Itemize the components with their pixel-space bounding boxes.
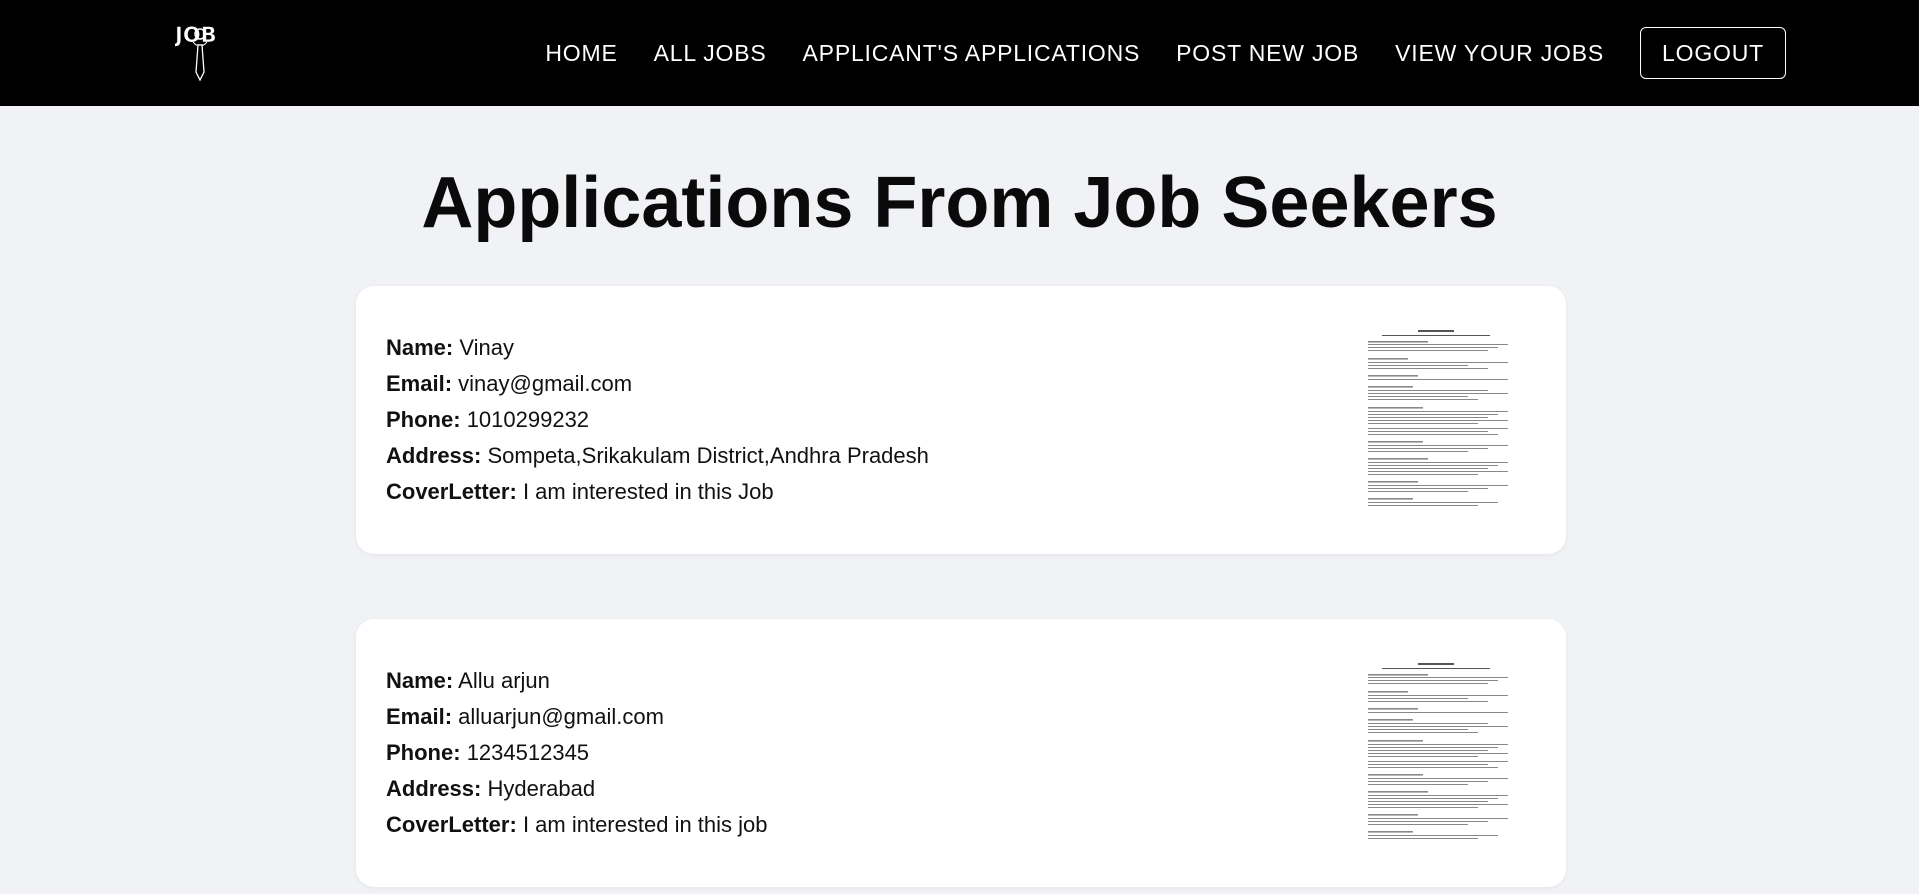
navbar: JOB HOME ALL JOBS APPLICANT'S APPLICATIO… [0,0,1919,106]
email-label: Email: [386,704,453,729]
applicant-address: Address: Hyderabad [386,771,768,807]
phone-value: 1010299232 [466,407,590,432]
applicant-address: Address: Sompeta,Srikakulam District,And… [386,438,929,474]
cover-letter-value: I am interested in this Job [522,479,774,504]
cover-letter-label: CoverLetter: [386,812,517,837]
logout-button[interactable]: LOGOUT [1640,27,1786,79]
phone-label: Phone: [386,740,461,765]
applicant-details: Name: Allu arjun Email: alluarjun@gmail.… [386,663,768,843]
job-logo-icon[interactable]: JOB [173,18,227,84]
address-value: Sompeta,Srikakulam District,Andhra Prade… [487,443,929,468]
page-title: Applications From Job Seekers [421,163,1498,243]
name-value: Vinay [459,335,515,360]
nav-link-home[interactable]: HOME [545,40,617,67]
applicant-phone: Phone: 1010299232 [386,402,929,438]
resume-thumbnail-icon[interactable] [1338,320,1534,518]
applicant-name: Name: Allu arjun [386,663,768,699]
nav-menu: HOME ALL JOBS APPLICANT'S APPLICATIONS P… [545,27,1786,79]
application-card: Name: Allu arjun Email: alluarjun@gmail.… [356,619,1566,887]
cover-letter-label: CoverLetter: [386,479,517,504]
cover-letter-value: I am interested in this job [522,812,768,837]
nav-link-applicants-applications[interactable]: APPLICANT'S APPLICATIONS [803,40,1141,67]
applicant-email: Email: alluarjun@gmail.com [386,699,768,735]
address-label: Address: [386,443,482,468]
applicant-name: Name: Vinay [386,330,929,366]
email-value: alluarjun@gmail.com [458,704,664,729]
phone-label: Phone: [386,407,461,432]
applicant-cover-letter: CoverLetter: I am interested in this Job [386,474,929,510]
nav-link-post-new-job[interactable]: POST NEW JOB [1176,40,1359,67]
address-label: Address: [386,776,482,801]
applicant-phone: Phone: 1234512345 [386,735,768,771]
nav-link-all-jobs[interactable]: ALL JOBS [654,40,767,67]
nav-link-view-your-jobs[interactable]: VIEW YOUR JOBS [1395,40,1604,67]
email-value: vinay@gmail.com [458,371,633,396]
resume-thumbnail-icon[interactable] [1338,653,1534,851]
applicant-email: Email: vinay@gmail.com [386,366,929,402]
name-label: Name: [386,335,454,360]
name-value: Allu arjun [458,668,550,693]
email-label: Email: [386,371,453,396]
address-value: Hyderabad [487,776,596,801]
phone-value: 1234512345 [466,740,590,765]
application-card: Name: Vinay Email: vinay@gmail.com Phone… [356,286,1566,554]
applicant-details: Name: Vinay Email: vinay@gmail.com Phone… [386,330,929,510]
name-label: Name: [386,668,454,693]
applicant-cover-letter: CoverLetter: I am interested in this job [386,807,768,843]
